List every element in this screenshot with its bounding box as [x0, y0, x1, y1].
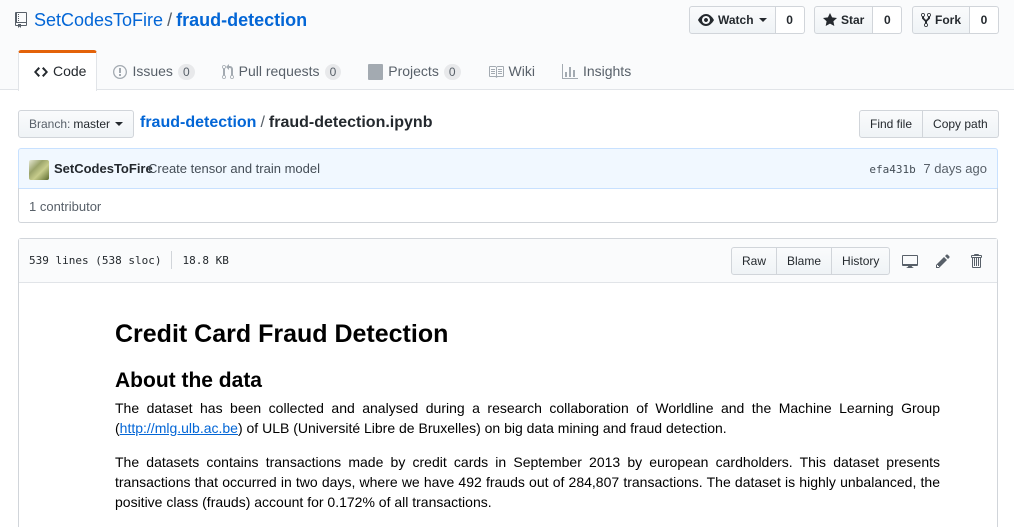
- projects-count: 0: [443, 64, 461, 80]
- star-count[interactable]: 0: [873, 6, 903, 34]
- copy-path-button[interactable]: Copy path: [923, 110, 999, 138]
- repo-name-link[interactable]: fraud-detection: [176, 10, 307, 30]
- raw-button[interactable]: Raw: [731, 247, 778, 275]
- file-viewer: 539 lines (538 sloc) 18.8 KB Raw Blame H…: [18, 238, 998, 527]
- tab-label: Insights: [582, 63, 632, 79]
- fork-button[interactable]: Fork: [912, 6, 971, 34]
- chevron-down-icon: [758, 18, 767, 22]
- pull-request-icon: [221, 64, 234, 80]
- contributors-label[interactable]: 1 contributor: [29, 199, 101, 214]
- breadcrumb-separator: /: [260, 114, 265, 131]
- star-icon: [823, 13, 837, 26]
- tab-insights[interactable]: Insights: [546, 50, 642, 91]
- paragraph-text: ) of ULB (Université Libre de Bruxelles)…: [237, 420, 727, 436]
- fork-group: Fork 0: [912, 6, 1000, 34]
- watch-group: Watch 0: [689, 6, 805, 34]
- file-size: 18.8 KB: [182, 254, 229, 267]
- file-header: 539 lines (538 sloc) 18.8 KB Raw Blame H…: [19, 239, 997, 283]
- trash-icon[interactable]: [967, 252, 985, 270]
- commit-message-link[interactable]: Create tensor and train model: [148, 161, 320, 176]
- star-group: Star 0: [814, 6, 903, 34]
- breadcrumb: fraud-detection / fraud-detection.ipynb: [140, 113, 432, 133]
- project-icon: [368, 64, 384, 80]
- code-icon: [34, 67, 48, 77]
- repo-owner-link[interactable]: SetCodesToFire: [34, 10, 163, 30]
- avatar[interactable]: [29, 160, 49, 180]
- tab-label: Code: [53, 63, 87, 79]
- branch-select-button[interactable]: Branch: master: [18, 110, 135, 138]
- file-info: 539 lines (538 sloc) 18.8 KB: [29, 251, 229, 269]
- commit-author-link[interactable]: SetCodesToFire: [54, 161, 153, 176]
- watch-button[interactable]: Watch: [689, 6, 776, 34]
- fork-count[interactable]: 0: [970, 6, 1000, 34]
- tab-label: Projects: [388, 63, 439, 79]
- issues-count: 0: [177, 64, 195, 80]
- desktop-icon[interactable]: [901, 252, 919, 270]
- file-actions: Raw Blame History: [731, 247, 891, 275]
- pull-requests-count: 0: [324, 64, 342, 80]
- file-lines: 539 lines (538 sloc): [29, 254, 162, 267]
- divider: [171, 251, 173, 269]
- star-button[interactable]: Star: [814, 6, 874, 34]
- repo-title: SetCodesToFire / fraud-detection: [14, 8, 307, 32]
- commit-age: 7 days ago: [923, 161, 987, 176]
- history-button[interactable]: History: [831, 247, 891, 275]
- watch-label: Watch: [718, 13, 754, 27]
- tab-projects[interactable]: Projects 0: [352, 50, 471, 91]
- chevron-down-icon: [115, 122, 124, 126]
- star-label: Star: [841, 13, 865, 27]
- tab-label: Wiki: [508, 63, 535, 79]
- issue-icon: [113, 65, 128, 79]
- tab-label: Issues: [132, 63, 173, 79]
- fork-icon: [921, 12, 931, 28]
- blame-button[interactable]: Blame: [776, 247, 833, 275]
- repo-header: SetCodesToFire / fraud-detection Watch 0 S…: [0, 0, 1014, 91]
- notebook-paragraph: The datasets contains transactions made …: [115, 454, 940, 510]
- file-nav-buttons: Find file Copy path: [859, 110, 999, 138]
- commit-meta: efa431b 7 days ago: [869, 161, 987, 176]
- pencil-icon[interactable]: [934, 252, 952, 270]
- contributors: 1 contributor: [18, 188, 998, 223]
- notebook-paragraph: The dataset has been collected and analy…: [115, 398, 940, 438]
- fork-label: Fork: [935, 13, 962, 27]
- mlg-link[interactable]: http://mlg.ulb.ac.be: [120, 420, 238, 436]
- branch-name: master: [73, 117, 111, 131]
- breadcrumb-file: fraud-detection.ipynb: [268, 114, 433, 131]
- graph-icon: [561, 64, 578, 79]
- tab-pull-requests[interactable]: Pull requests 0: [206, 50, 353, 91]
- repo-title-separator: /: [167, 10, 173, 30]
- repo-icon: [15, 12, 27, 28]
- notebook-title: Credit Card Fraud Detection: [115, 320, 449, 348]
- notebook-heading: About the data: [115, 369, 262, 392]
- notebook-content: Credit Card Fraud Detection About the da…: [115, 319, 940, 526]
- breadcrumb-repo-link[interactable]: fraud-detection: [140, 114, 256, 131]
- branch-prefix: Branch:: [29, 117, 71, 131]
- book-icon: [488, 66, 504, 78]
- latest-commit: SetCodesToFire Create tensor and train m…: [18, 148, 998, 189]
- tab-code[interactable]: Code: [18, 50, 98, 91]
- tab-wiki[interactable]: Wiki: [472, 50, 546, 91]
- commit-sha-link[interactable]: efa431b: [869, 163, 915, 176]
- repo-nav: Code Issues 0 Pull requests 0 Projects 0 Wi…: [18, 50, 642, 91]
- tab-issues[interactable]: Issues 0: [97, 50, 205, 91]
- eye-icon: [698, 14, 714, 26]
- tab-label: Pull requests: [238, 63, 320, 79]
- find-file-button[interactable]: Find file: [859, 110, 924, 138]
- watch-count[interactable]: 0: [775, 6, 805, 34]
